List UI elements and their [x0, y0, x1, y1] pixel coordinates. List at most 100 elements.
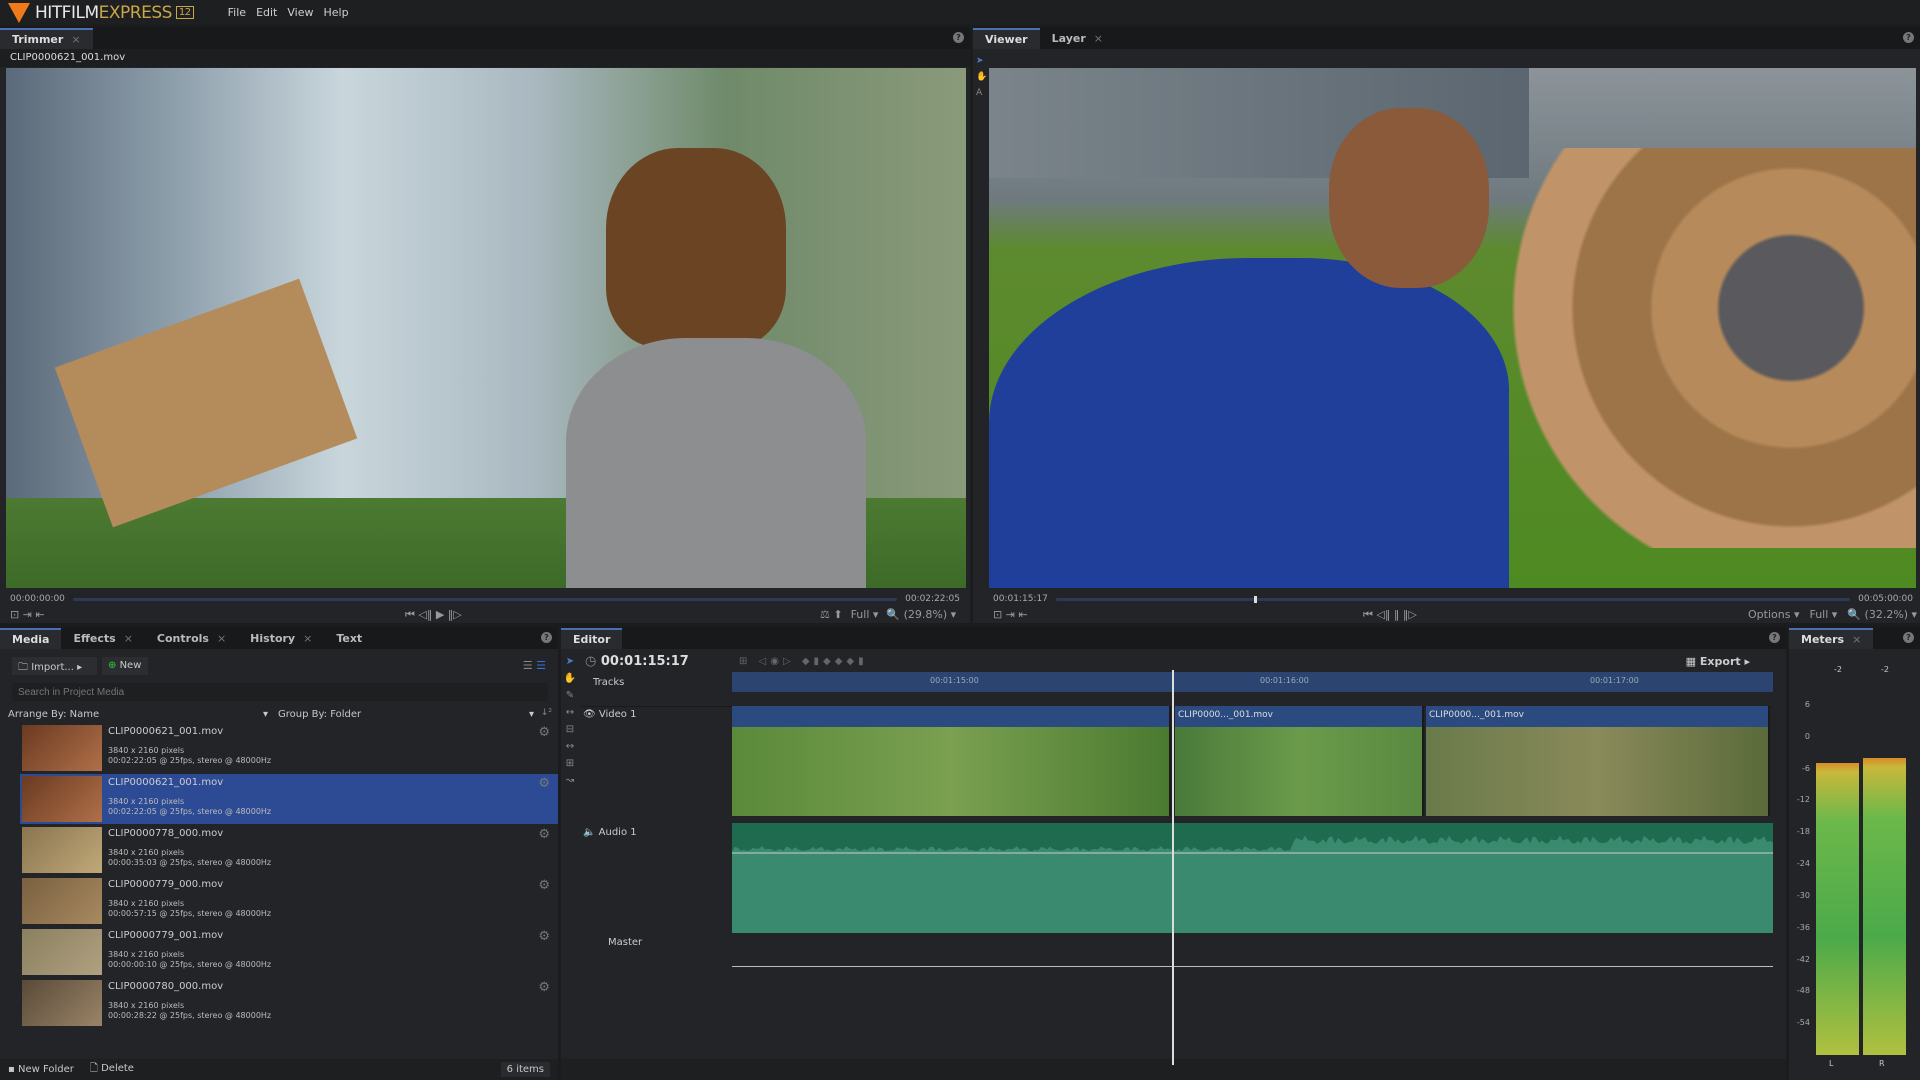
media-item[interactable]: CLIP0000621_001.mov 3840 x 2160 pixels 0…	[20, 723, 558, 773]
channel-left: L	[1829, 1059, 1834, 1068]
gear-icon[interactable]: ⚙	[538, 776, 550, 791]
viewer-video-frame[interactable]	[989, 68, 1916, 588]
help-icon[interactable]: ?	[1769, 632, 1780, 643]
gear-icon[interactable]: ⚙	[538, 929, 550, 944]
media-name: CLIP0000780_000.mov	[108, 981, 224, 992]
tab-controls[interactable]: Controls ×	[145, 628, 238, 649]
gear-icon[interactable]: ⚙	[538, 878, 550, 893]
overlay-icons[interactable]: ⚖ ⬆	[820, 608, 843, 621]
media-name: CLIP0000778_000.mov	[108, 828, 224, 839]
media-name: CLIP0000779_000.mov	[108, 879, 224, 890]
trimmer-video-frame[interactable]	[6, 68, 966, 588]
media-search-input[interactable]	[12, 683, 548, 701]
playhead[interactable]	[1172, 670, 1174, 1065]
media-item[interactable]: CLIP0000621_001.mov 3840 x 2160 pixels 0…	[20, 774, 558, 824]
media-resolution: 3840 x 2160 pixels	[108, 950, 185, 959]
help-icon[interactable]: ?	[541, 632, 552, 643]
master-track-header: Master	[608, 937, 643, 948]
viewer-options-dropdown[interactable]: Options ▾	[1748, 608, 1799, 621]
clip-label: CLIP0000..._001.mov	[1429, 710, 1525, 720]
video-clip[interactable]	[732, 706, 1171, 816]
help-icon[interactable]: ?	[953, 32, 964, 43]
video-track-header[interactable]: 👁 Video 1	[583, 709, 636, 720]
viewer-insert-icons[interactable]: ⊡ ⇥ ⇤	[993, 608, 1028, 621]
meter-scale-label: -6	[1802, 763, 1810, 773]
viewer-zoom-dropdown[interactable]: 🔍 (32.2%) ▾	[1847, 608, 1917, 621]
sort-icon[interactable]: ↓²	[541, 708, 552, 718]
menu-help[interactable]: Help	[323, 6, 348, 19]
menu-edit[interactable]: Edit	[256, 6, 277, 19]
help-icon[interactable]: ?	[1903, 32, 1914, 43]
audio-clip[interactable]	[732, 823, 1773, 933]
gear-icon[interactable]: ⚙	[538, 980, 550, 995]
media-panel: Media Effects × Controls × History × Text ?…	[0, 627, 558, 1080]
media-resolution: 3840 x 2160 pixels	[108, 848, 185, 857]
meter-scale-label: -42	[1796, 954, 1810, 964]
menu-view[interactable]: View	[287, 6, 313, 19]
tab-effects[interactable]: Effects ×	[61, 628, 144, 649]
media-resolution: 3840 x 2160 pixels	[108, 1001, 185, 1010]
app-logo: HITFILM EXPRESS 12	[8, 2, 194, 23]
editor-tool-strip[interactable]: ➤ ✋ ✎ ↔ ⊟ ↔ ⊞ ↝	[563, 653, 577, 789]
close-icon[interactable]: ×	[1094, 32, 1103, 45]
tab-layer[interactable]: Layer ×	[1040, 28, 1115, 49]
trimmer-scrubber[interactable]	[72, 597, 898, 601]
media-resolution: 3840 x 2160 pixels	[108, 797, 185, 806]
arrange-by-dropdown[interactable]: Arrange By: Name ▾	[8, 709, 268, 720]
trimmer-transport[interactable]: ⏮ ◁‖ ▶ ‖▷	[405, 608, 462, 622]
tab-viewer[interactable]: Viewer	[973, 28, 1040, 49]
editor-timecode[interactable]: 00:01:15:17	[601, 654, 689, 669]
export-button[interactable]: ▦ Export ▸	[1686, 655, 1750, 668]
viewer-tools[interactable]: ➤ ✋ A	[976, 53, 988, 101]
tab-media[interactable]: Media	[0, 628, 62, 649]
video-clip[interactable]: CLIP0000..._001.mov	[1175, 706, 1424, 816]
tab-trimmer[interactable]: Trimmer ×	[0, 28, 93, 49]
help-icon[interactable]: ?	[1903, 632, 1914, 643]
gear-icon[interactable]: ⚙	[538, 725, 550, 740]
trimmer-insert-icons[interactable]: ⊡ ⇥ ⇤	[10, 608, 45, 621]
app-version: 12	[175, 6, 194, 19]
master-level-line	[732, 966, 1773, 967]
audio-track-header[interactable]: 🔈 Audio 1	[583, 827, 637, 838]
trimmer-timecode-end: 00:02:22:05	[905, 594, 960, 604]
gear-icon[interactable]: ⚙	[538, 827, 550, 842]
audio-waveform	[732, 835, 1773, 933]
media-item[interactable]: CLIP0000778_000.mov 3840 x 2160 pixels 0…	[20, 825, 558, 875]
media-item[interactable]: CLIP0000779_001.mov 3840 x 2160 pixels 0…	[20, 927, 558, 977]
logo-icon	[8, 2, 30, 23]
viewer-scrubber[interactable]	[1055, 595, 1851, 603]
media-name: CLIP0000779_001.mov	[108, 930, 224, 941]
meter-bar-right	[1863, 758, 1906, 1055]
viewer-panel: Viewer Layer × ? ➤ ✋ A 00:01:15:17 00:05:00…	[973, 27, 1920, 623]
close-icon[interactable]: ×	[71, 33, 80, 46]
list-view-toggle[interactable]: ☰ ☰	[523, 659, 546, 672]
tab-editor[interactable]: Editor	[561, 628, 623, 649]
trimmer-quality-dropdown[interactable]: Full ▾	[851, 608, 879, 621]
tab-text[interactable]: Text	[324, 628, 374, 649]
viewer-transport[interactable]: ⏮ ◁‖ ‖ ‖▷	[1363, 608, 1417, 622]
menu-bar: HITFILM EXPRESS 12 File Edit View Help	[0, 0, 1920, 25]
video-clip[interactable]: CLIP0000..._001.mov	[1426, 706, 1770, 816]
media-resolution: 3840 x 2160 pixels	[108, 746, 185, 755]
import-button[interactable]: 🗀 Import... ▸	[12, 657, 97, 675]
peak-right: -2	[1881, 665, 1889, 674]
media-item[interactable]: CLIP0000779_000.mov 3840 x 2160 pixels 0…	[20, 876, 558, 926]
media-info: 00:00:28:22 @ 25fps, stereo @ 48000Hz	[108, 1011, 272, 1020]
new-button[interactable]: ⊕ New	[102, 657, 148, 675]
menu-file[interactable]: File	[228, 6, 246, 19]
clip-thumbnails	[732, 727, 1169, 816]
tab-meters[interactable]: Meters ×	[1789, 628, 1874, 649]
media-item[interactable]: CLIP0000780_000.mov 3840 x 2160 pixels 0…	[20, 978, 558, 1028]
tab-history[interactable]: History ×	[238, 628, 324, 649]
delete-button[interactable]: 🗋 Delete	[90, 1061, 134, 1078]
viewer-quality-dropdown[interactable]: Full ▾	[1809, 608, 1837, 621]
keyframe-controls[interactable]: ⊞ ◁◉▷ ◆▮◆◆◆▮	[739, 656, 868, 667]
media-name: CLIP0000621_001.mov	[108, 777, 224, 788]
item-count: 6 items	[500, 1062, 550, 1077]
new-folder-button[interactable]: ▪ New Folder	[8, 1064, 74, 1075]
trimmer-panel: Trimmer × ? CLIP0000621_001.mov 00:00:00:…	[0, 27, 970, 623]
media-info: 00:02:22:05 @ 25fps, stereo @ 48000Hz	[108, 807, 272, 816]
group-by-dropdown[interactable]: Group By: Folder ▾	[278, 709, 534, 720]
trimmer-zoom-dropdown[interactable]: 🔍 (29.8%) ▾	[886, 608, 956, 621]
ruler-tick-label: 00:01:17:00	[1590, 676, 1639, 685]
